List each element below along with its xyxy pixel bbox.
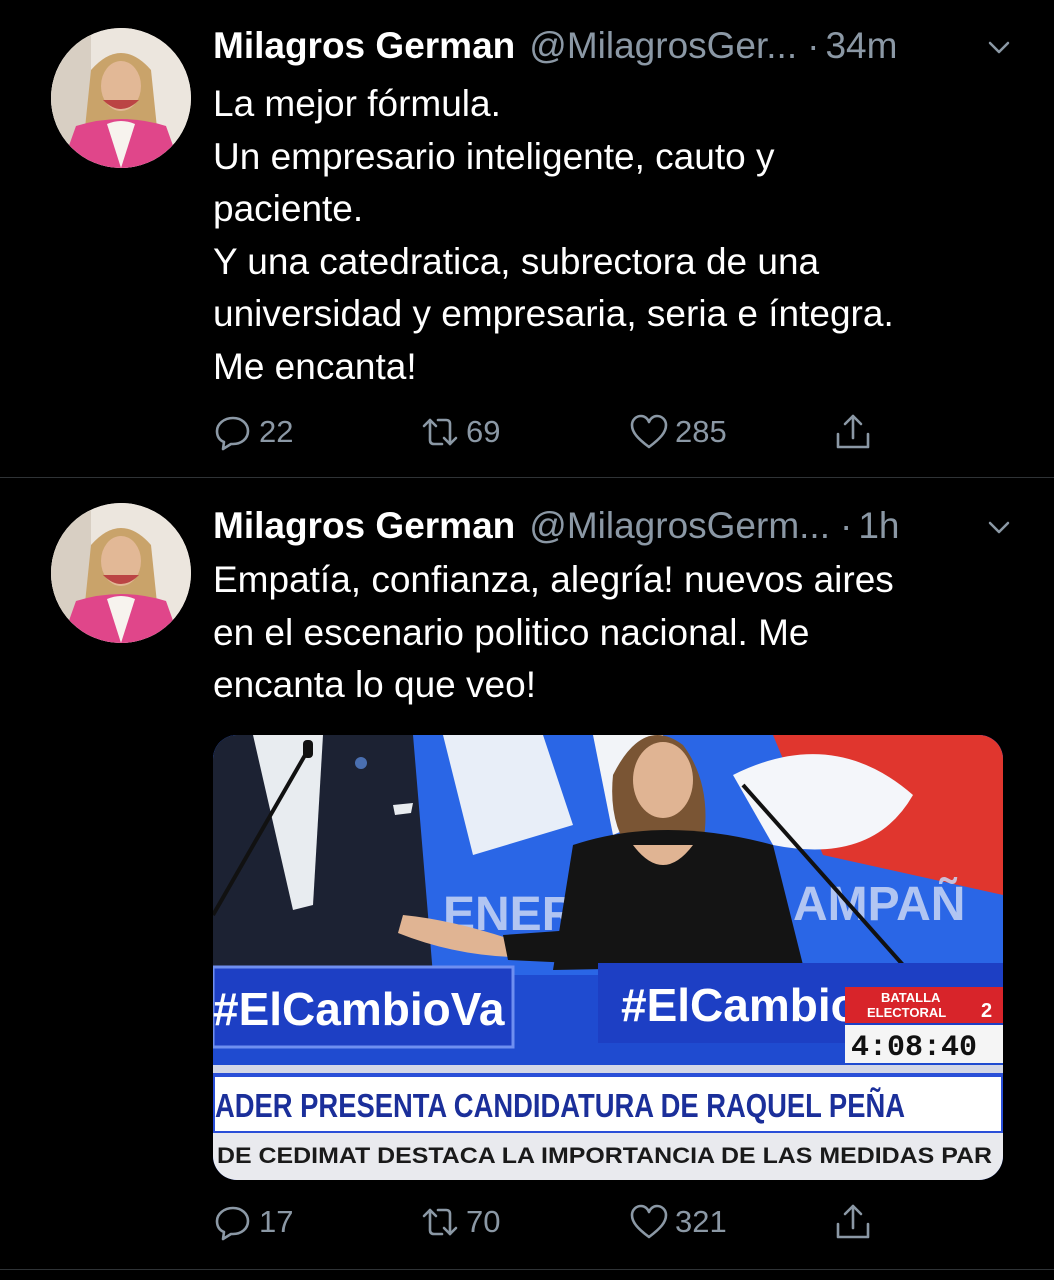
tweet-text-line: Empatía, confianza, alegría! nuevos aire… [213, 559, 894, 600]
chevron-down-icon[interactable] [984, 512, 1014, 542]
podium-text-right: #ElCambio [621, 979, 859, 1031]
badge-number: 2 [981, 1000, 992, 1022]
reply-count: 17 [259, 1204, 294, 1239]
avatar[interactable] [51, 503, 191, 643]
tweet-actions: 22 69 285 [213, 410, 893, 454]
separator-dot: · [807, 25, 820, 66]
tweet-text-line: paciente. [213, 188, 364, 229]
tweet-text-line: en el escenario politico nacional. Me [213, 611, 810, 653]
tweet-text-line: encanta lo que veo! [213, 664, 536, 705]
like-count: 321 [675, 1204, 727, 1239]
separator-dot: · [839, 505, 853, 546]
reply-button[interactable]: 17 [213, 1200, 293, 1244]
tweet[interactable]: Milagros German @MilagrosGer... · 34m La… [0, 0, 1054, 478]
reply-count: 22 [259, 414, 294, 449]
badge-line2: ELECTORAL [867, 1005, 946, 1020]
like-count: 285 [675, 414, 727, 449]
heart-icon [630, 1204, 668, 1239]
tweet[interactable]: Milagros German @MilagrosGerm... · 1h Em… [0, 478, 1054, 1270]
like-button[interactable]: 321 [629, 1200, 727, 1244]
timestamp[interactable]: 1h [858, 505, 899, 547]
user-handle[interactable]: @MilagrosGerm... [529, 505, 830, 547]
retweet-button[interactable]: 70 [420, 1200, 500, 1244]
chevron-down-icon[interactable] [984, 32, 1014, 62]
retweet-count: 70 [466, 1204, 501, 1239]
tweet-actions: 17 70 321 [213, 1200, 893, 1244]
podium-text-left: #ElCambioVa [213, 983, 505, 1035]
tweet-text-line: universidad y empresaria, seria e íntegr… [213, 293, 894, 334]
tweet-header: Milagros German @MilagrosGer... · 34m [213, 24, 1014, 68]
tweet-text-line: Un empresario inteligente, cauto y [213, 135, 775, 177]
retweet-icon [422, 1208, 458, 1236]
heart-icon [630, 414, 668, 449]
display-name[interactable]: Milagros German [213, 505, 515, 547]
tweet-text-line: La mejor fórmula. [213, 83, 501, 124]
broadcast-clock: 4:08:40 [851, 1031, 977, 1065]
user-handle[interactable]: @MilagrosGer... [529, 25, 797, 67]
lower-third-headline: ADER PRESENTA CANDIDATURA DE RAQUEL PEÑA [215, 1087, 905, 1124]
like-button[interactable]: 285 [629, 410, 727, 454]
reply-icon [215, 416, 250, 451]
tweet-text: La mejor fórmula. Un empresario intelige… [213, 78, 1003, 393]
share-icon [836, 414, 870, 449]
tweet-media-image[interactable]: ENER AMPAÑ #ElCambioVa #ElCambio BATALLA… [213, 735, 1003, 1180]
share-icon [836, 1204, 870, 1239]
display-name[interactable]: Milagros German [213, 25, 515, 67]
tweet-text-line: Me encanta! [213, 345, 417, 387]
retweet-count: 69 [466, 414, 501, 449]
reply-button[interactable]: 22 [213, 410, 293, 454]
tweet-header: Milagros German @MilagrosGerm... · 1h [213, 504, 1014, 548]
avatar[interactable] [51, 28, 191, 168]
tweet-text: Empatía, confianza, alegría! nuevos aire… [213, 554, 1003, 712]
news-ticker: DE CEDIMAT DESTACA LA IMPORTANCIA DE LAS… [217, 1143, 992, 1168]
share-button[interactable] [833, 410, 879, 454]
retweet-button[interactable]: 69 [420, 410, 500, 454]
retweet-icon [422, 418, 458, 446]
timestamp[interactable]: 34m [825, 25, 897, 67]
backdrop-text-right: AMPAÑ [793, 876, 965, 931]
tweet-text-line: Y una catedratica, subrectora de una [213, 240, 820, 282]
share-button[interactable] [833, 1200, 879, 1244]
reply-icon [215, 1206, 250, 1241]
badge-line1: BATALLA [881, 990, 941, 1005]
